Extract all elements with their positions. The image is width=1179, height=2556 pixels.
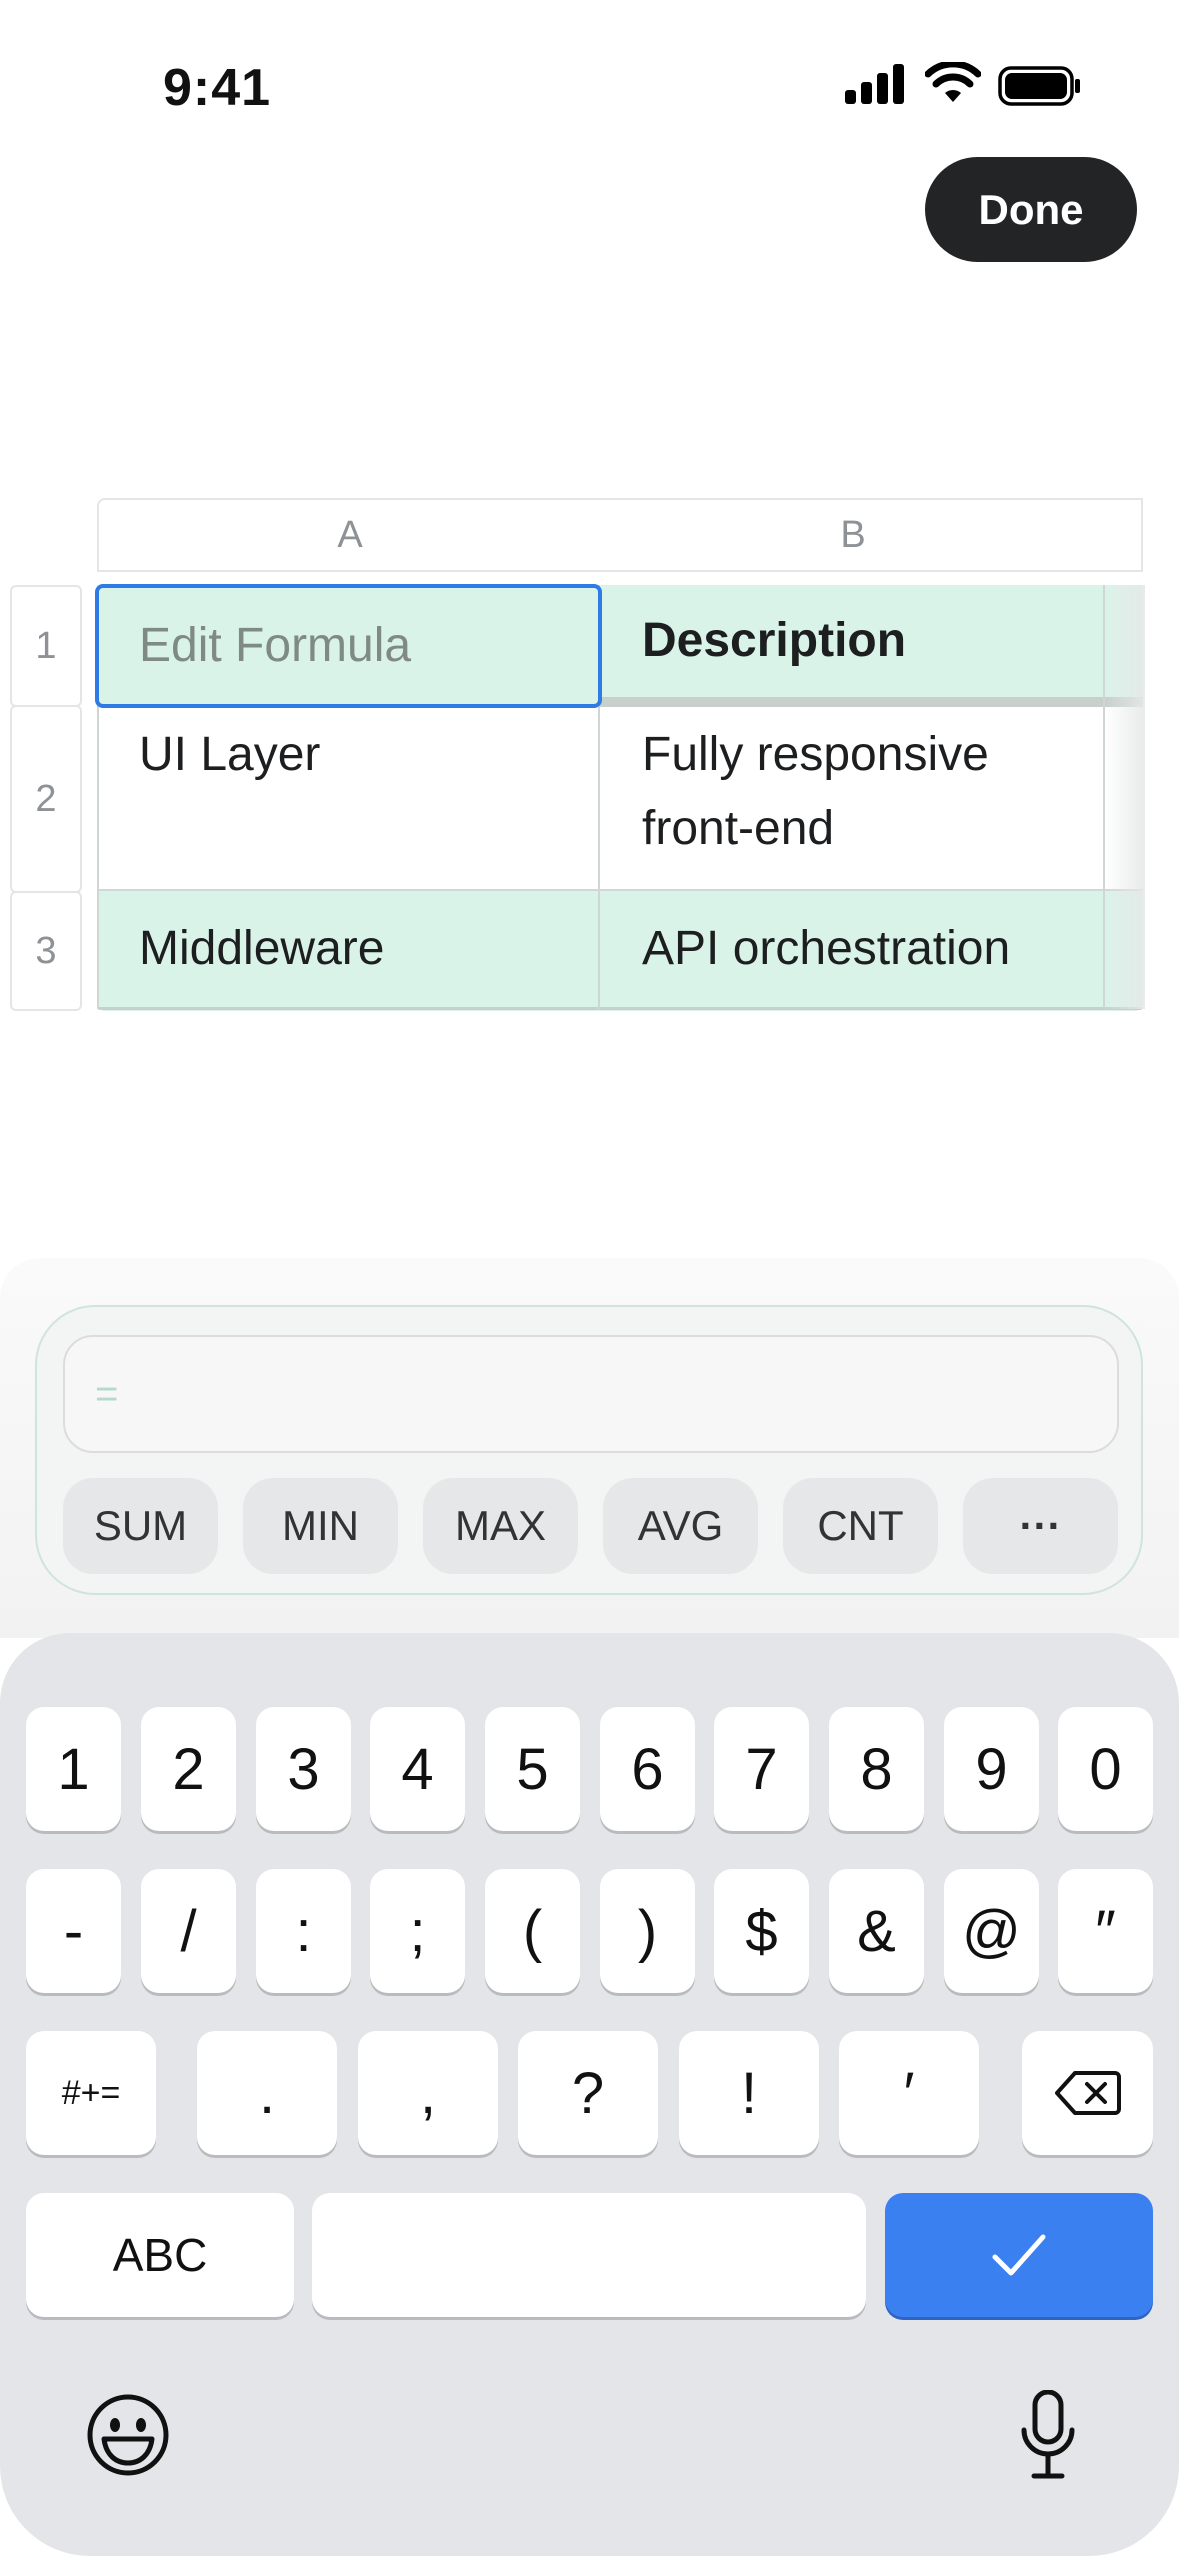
key-slash[interactable]: / <box>141 1869 236 1993</box>
emoji-key[interactable] <box>80 2387 176 2483</box>
key-5[interactable]: 5 <box>485 1707 580 1831</box>
done-button[interactable]: Done <box>925 157 1137 262</box>
column-header-c[interactable] <box>1105 498 1143 572</box>
key-9[interactable]: 9 <box>944 1707 1039 1831</box>
row-header-1[interactable]: 1 <box>10 585 82 707</box>
key-minus[interactable]: - <box>26 1869 121 1993</box>
key-7[interactable]: 7 <box>714 1707 809 1831</box>
more-functions-button[interactable]: ··· <box>963 1478 1118 1574</box>
key-close-paren[interactable]: ) <box>600 1869 695 1993</box>
backspace-icon <box>1054 2071 1121 2115</box>
space-key[interactable] <box>312 2193 866 2317</box>
function-min-button[interactable]: MIN <box>243 1478 398 1574</box>
key-4[interactable]: 4 <box>370 1707 465 1831</box>
row-header-3[interactable]: 3 <box>10 891 82 1011</box>
key-question[interactable]: ? <box>518 2031 658 2155</box>
key-3[interactable]: 3 <box>256 1707 351 1831</box>
checkmark-icon <box>992 2234 1046 2276</box>
key-dollar[interactable]: $ <box>714 1869 809 1993</box>
key-2[interactable]: 2 <box>141 1707 236 1831</box>
right-edge-fade <box>1105 585 1145 1009</box>
cell-b2-line2: front-end <box>642 802 835 855</box>
status-bar: 9:41 <box>0 0 1179 170</box>
row-header-2[interactable]: 2 <box>10 705 82 893</box>
function-sum-button[interactable]: SUM <box>63 1478 218 1574</box>
column-header-a[interactable]: A <box>97 498 603 572</box>
key-at[interactable]: @ <box>944 1869 1039 1993</box>
key-8[interactable]: 8 <box>829 1707 924 1831</box>
key-1[interactable]: 1 <box>26 1707 121 1831</box>
wifi-icon <box>925 62 981 102</box>
key-comma[interactable]: , <box>358 2031 498 2155</box>
keyboard: 1 2 3 4 5 6 7 8 9 0 - / : ; ( ) $ & @ ″ … <box>0 1633 1179 2556</box>
cell-b3[interactable]: API orchestration <box>602 891 1102 1007</box>
column-header-b[interactable]: B <box>601 498 1107 572</box>
key-6[interactable]: 6 <box>600 1707 695 1831</box>
cell-a3[interactable]: Middleware <box>99 891 597 1007</box>
function-avg-button[interactable]: AVG <box>603 1478 758 1574</box>
key-exclamation[interactable]: ! <box>679 2031 819 2155</box>
cell-a2[interactable]: UI Layer <box>99 718 597 792</box>
confirm-key[interactable] <box>885 2193 1153 2317</box>
emoji-icon <box>87 2394 169 2476</box>
microphone-icon <box>1021 2390 1075 2479</box>
key-colon[interactable]: : <box>256 1869 351 1993</box>
key-apostrophe[interactable]: ′ <box>839 2031 979 2155</box>
key-ampersand[interactable]: & <box>829 1869 924 1993</box>
key-quote[interactable]: ″ <box>1058 1869 1153 1993</box>
function-cnt-button[interactable]: CNT <box>783 1478 938 1574</box>
row-1-bottom-border <box>600 697 1143 707</box>
cell-a1-selected[interactable]: Edit Formula <box>95 584 602 708</box>
function-max-button[interactable]: MAX <box>423 1478 578 1574</box>
cell-b2-line1: Fully responsive <box>642 728 989 781</box>
battery-icon <box>998 66 1080 106</box>
symbols-key[interactable]: #+= <box>26 2031 156 2155</box>
formula-input[interactable]: = <box>63 1335 1119 1453</box>
abc-key[interactable]: ABC <box>26 2193 294 2317</box>
key-0[interactable]: 0 <box>1058 1707 1153 1831</box>
row-3-bottom-border <box>97 1007 1143 1010</box>
dictation-key[interactable] <box>1000 2383 1096 2487</box>
cellular-signal-icon <box>845 64 904 104</box>
key-period[interactable]: . <box>197 2031 337 2155</box>
cell-b1[interactable]: Description <box>602 585 1102 697</box>
delete-key[interactable] <box>1022 2031 1153 2155</box>
key-open-paren[interactable]: ( <box>485 1869 580 1993</box>
formula-panel: = SUM MIN MAX AVG CNT ··· <box>35 1305 1143 1595</box>
cell-b2[interactable]: Fully responsive front-end <box>602 718 1102 868</box>
key-semicolon[interactable]: ; <box>370 1869 465 1993</box>
status-time: 9:41 <box>163 59 272 117</box>
